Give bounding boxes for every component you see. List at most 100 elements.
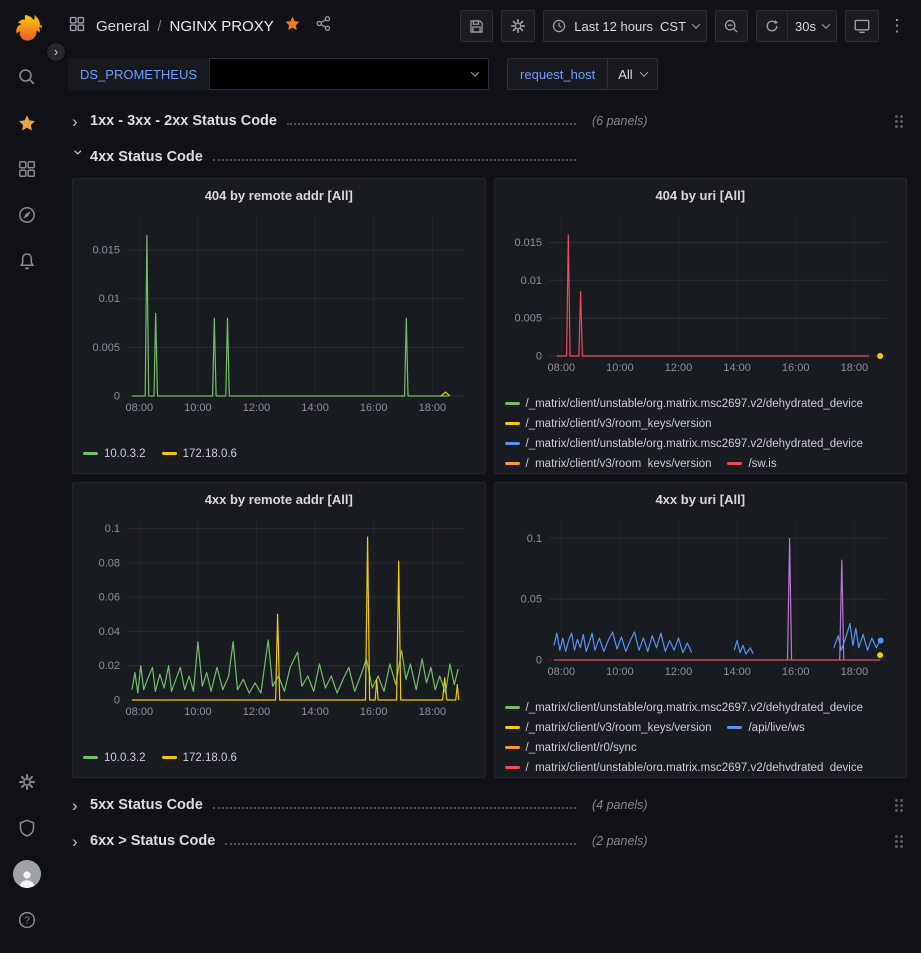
refresh-icon [764,18,780,34]
legend-series-color [162,756,177,759]
legend-item[interactable]: 172.18.0.6 [162,447,237,462]
kiosk-mode-button[interactable] [845,10,879,42]
chart-4xx-by-remote-addr[interactable]: 00.020.040.060.080.108:0010:0012:0014:00… [81,512,476,720]
legend-series-label: /_matrix/client/unstable/org.matrix.msc2… [526,398,864,410]
chart-404-by-remote-addr[interactable]: 00.0050.010.01508:0010:0012:0014:0016:00… [81,208,476,416]
legend-item[interactable]: 10.0.3.2 [83,447,146,462]
dashboard-row-6xx: › 6xx > Status Code (2 panels) [72,826,907,856]
sidebar-configuration-button[interactable] [0,759,54,805]
time-range-label: Last 12 hours [574,19,653,34]
save-dashboard-button[interactable] [460,10,493,42]
chevron-right-icon: › [72,113,90,130]
legend-series-color [727,726,742,729]
svg-text:0.02: 0.02 [99,660,120,672]
panel-4xx-by-uri: 4xx by uri [All] 00.050.108:0010:0012:00… [494,482,908,778]
sidebar-expand-button[interactable]: › [46,42,66,62]
navbar-more-button[interactable]: ⋮ [887,15,907,37]
sidebar-profile-button[interactable] [0,851,54,897]
chart-4xx-by-uri[interactable]: 00.050.108:0010:0012:0014:0016:0018:00 [503,512,898,680]
breadcrumb-folder[interactable]: General [96,18,149,35]
svg-text:0.1: 0.1 [105,523,120,535]
svg-text:14:00: 14:00 [723,362,751,374]
legend-item[interactable]: /_matrix/client/v3/room_keys/version [505,457,712,467]
row-header-1xx-3xx-2xx[interactable]: › 1xx - 3xx - 2xx Status Code (6 panels) [72,106,907,136]
sidebar-bottom-group: ? [0,759,54,953]
legend-series-label: 172.18.0.6 [183,448,237,460]
panel-404-by-uri: 404 by uri [All] 00.0050.010.01508:0010:… [494,178,908,474]
sidebar-alerting-button[interactable] [0,238,54,284]
svg-text:14:00: 14:00 [301,706,329,718]
chevron-down-icon [471,68,479,76]
person-icon [16,868,38,888]
svg-text:10:00: 10:00 [606,666,634,678]
time-range-picker[interactable]: Last 12 hours CST [543,10,707,42]
variable-value-ds-prometheus[interactable] [209,58,489,90]
dashboard-settings-button[interactable] [501,10,535,42]
variable-ds-prometheus: DS_PROMETHEUS [68,58,489,90]
refresh-button[interactable] [756,10,788,42]
legend-series-label: /_matrix/client/unstable/org.matrix.msc2… [526,762,864,771]
grafana-logo[interactable] [0,0,54,54]
sidebar-admin-button[interactable] [0,805,54,851]
breadcrumb-separator: / [157,18,161,35]
legend-item[interactable]: /_matrix/client/unstable/org.matrix.msc2… [505,437,864,452]
star-icon [17,113,37,133]
sidebar-search-button[interactable] [0,54,54,100]
panel-title[interactable]: 4xx by uri [All] [503,487,899,510]
row-title: 1xx - 3xx - 2xx Status Code [90,113,277,129]
share-icon [315,15,332,32]
svg-text:0.015: 0.015 [514,237,542,249]
variable-value-text: All [618,67,632,82]
legend-item[interactable]: /api/live/ws [727,721,804,736]
row-drag-handle[interactable] [895,799,903,812]
row-title: 5xx Status Code [90,797,203,813]
sidebar-starred-button[interactable] [0,100,54,146]
legend-item[interactable]: 172.18.0.6 [162,751,237,766]
svg-text:10:00: 10:00 [184,706,212,718]
row-header-5xx[interactable]: › 5xx Status Code (4 panels) [72,790,907,820]
top-navbar: General / NGINX PROXY [54,0,921,52]
chart-404-by-uri[interactable]: 00.0050.010.01508:0010:0012:0014:0016:00… [503,208,898,376]
favorite-star-button[interactable] [284,15,301,37]
sidebar-dashboards-button[interactable] [0,146,54,192]
panel-title[interactable]: 404 by uri [All] [503,183,899,206]
dashboard-submenu: DS_PROMETHEUS request_host All [54,52,921,98]
legend-item[interactable]: /_matrix/client/unstable/org.matrix.msc2… [505,701,864,716]
star-filled-icon [284,15,301,32]
legend-item[interactable]: /_matrix/client/unstable/org.matrix.msc2… [505,397,864,412]
row-header-6xx[interactable]: › 6xx > Status Code (2 panels) [72,826,907,856]
share-dashboard-button[interactable] [315,15,332,37]
svg-text:0.005: 0.005 [514,313,542,325]
svg-text:0.1: 0.1 [526,533,541,545]
breadcrumb-dashboard-title[interactable]: NGINX PROXY [170,18,274,35]
variable-value-request-host[interactable]: All [607,58,657,90]
sidebar-help-button[interactable]: ? [0,897,54,943]
legend-4xx-by-uri: /_matrix/client/unstable/org.matrix.msc2… [503,697,899,771]
zoom-out-time-button[interactable] [715,10,748,42]
legend-item[interactable]: /_matrix/client/unstable/org.matrix.msc2… [505,761,864,771]
chevron-right-icon: › [72,833,90,850]
legend-item[interactable]: /_matrix/client/v3/room_keys/version [505,417,712,432]
svg-text:12:00: 12:00 [243,402,271,414]
variable-label-ds-prometheus: DS_PROMETHEUS [68,58,209,90]
sidebar: ? [0,0,54,953]
row-header-4xx[interactable]: › 4xx Status Code [72,142,907,172]
legend-item[interactable]: /_matrix/client/r0/sync [505,741,637,756]
row-drag-handle[interactable] [895,835,903,848]
row-dotted-leader [287,123,576,125]
sidebar-explore-button[interactable] [0,192,54,238]
save-icon [468,18,485,35]
svg-text:08:00: 08:00 [547,666,575,678]
legend-series-color [727,462,742,465]
panel-title[interactable]: 404 by remote addr [All] [81,183,477,206]
legend-item[interactable]: /_matrix/client/v3/room_keys/version [505,721,712,736]
panel-404-by-remote-addr: 404 by remote addr [All] 00.0050.010.015… [72,178,486,474]
row-drag-handle[interactable] [895,115,903,128]
refresh-interval-dropdown[interactable]: 30s [787,10,837,42]
panel-title[interactable]: 4xx by remote addr [All] [81,487,477,510]
legend-item[interactable]: /sw.js [727,457,776,467]
refresh-button-group: 30s [756,10,837,42]
legend-item[interactable]: 10.0.3.2 [83,751,146,766]
kebab-icon: ⋮ [889,16,906,36]
avatar [13,860,41,888]
